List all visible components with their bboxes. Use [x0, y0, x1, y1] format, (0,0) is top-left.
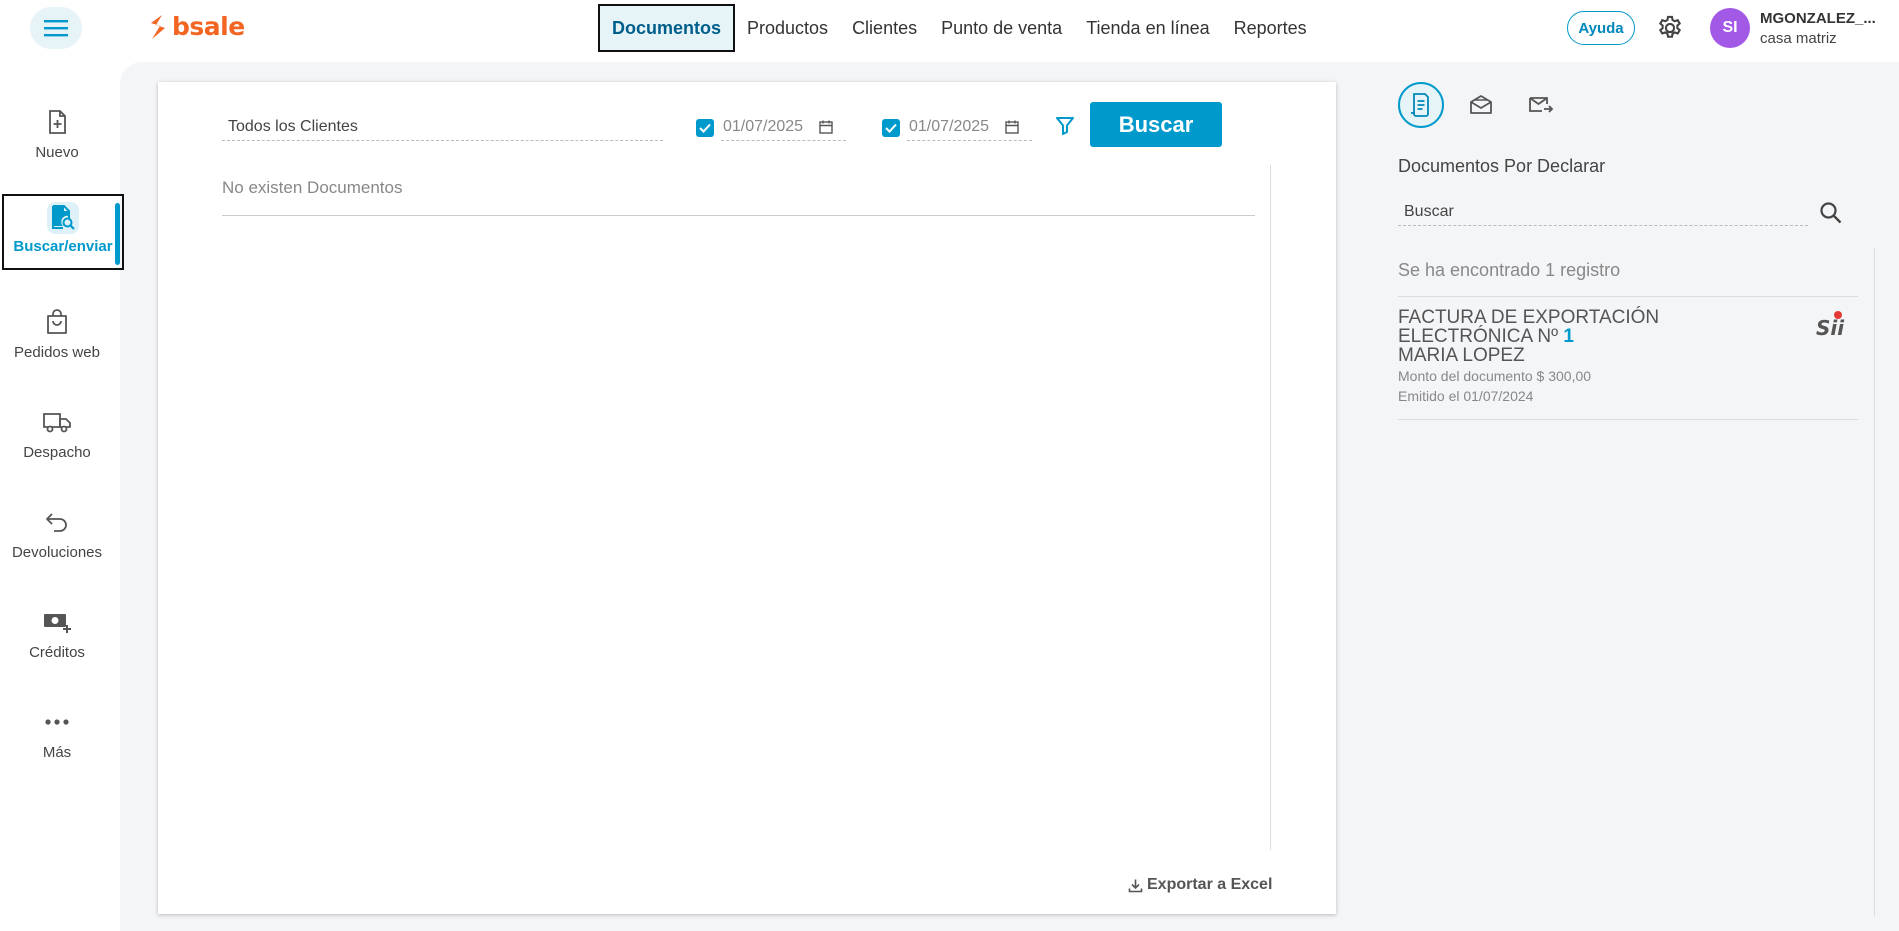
calendar-icon[interactable] — [1004, 119, 1020, 135]
active-indicator — [115, 203, 120, 265]
right-panel-search-input[interactable]: Buscar — [1398, 198, 1808, 226]
client-filter-input[interactable]: Todos los Clientes — [222, 114, 663, 141]
menu-button[interactable] — [30, 7, 82, 49]
hamburger-icon — [44, 20, 68, 37]
date-from-group: 01/07/2025 — [696, 114, 846, 141]
right-panel-tabs — [1398, 82, 1564, 128]
download-icon — [1128, 879, 1143, 892]
sidebar-item-creditos[interactable]: Créditos — [0, 606, 114, 661]
sidebar-item-despacho[interactable]: Despacho — [0, 406, 114, 461]
check-icon — [699, 123, 711, 133]
sidebar-item-label: Pedidos web — [14, 344, 100, 361]
right-panel-title: Documentos Por Declarar — [1398, 156, 1606, 176]
open-mail-icon — [1470, 95, 1492, 114]
brand-logo[interactable]: bsale — [148, 12, 245, 41]
date-to-group: 01/07/2025 — [882, 114, 1032, 141]
file-plus-icon — [41, 106, 73, 138]
export-label: Exportar a Excel — [1147, 876, 1273, 893]
document-issued-date: Emitido el 01/07/2024 — [1398, 388, 1534, 404]
empty-results-message: No existen Documentos — [222, 178, 1255, 216]
sidebar-item-label: Más — [42, 744, 72, 761]
date-from-input[interactable]: 01/07/2025 — [721, 114, 846, 141]
tab-documents-to-declare[interactable] — [1398, 82, 1444, 128]
nav-productos[interactable]: Productos — [735, 4, 840, 52]
sidebar-item-mas[interactable]: Más — [0, 706, 114, 761]
nav-tienda-en-linea[interactable]: Tienda en línea — [1074, 4, 1221, 52]
sidebar-item-label: Devoluciones — [11, 544, 103, 561]
date-to-value: 01/07/2025 — [909, 118, 990, 135]
more-dots-icon — [41, 706, 73, 738]
user-avatar[interactable]: SI — [1710, 8, 1750, 48]
sidebar-item-pedidos-web[interactable]: Pedidos web — [0, 306, 114, 361]
bsale-logo-icon — [151, 14, 165, 39]
file-search-icon — [47, 202, 79, 234]
sidebar-item-label: Créditos — [29, 644, 85, 661]
tab-sent-mail[interactable] — [1518, 82, 1564, 128]
sidebar-item-label: Despacho — [23, 444, 91, 461]
search-button[interactable]: Buscar — [1090, 102, 1222, 147]
document-list-icon — [1411, 93, 1429, 117]
user-name[interactable]: MGONZALEZ_... — [1760, 10, 1876, 27]
check-icon — [885, 123, 897, 133]
cash-plus-icon — [41, 606, 73, 638]
gear-icon[interactable] — [1656, 14, 1684, 42]
document-number[interactable]: 1 — [1563, 326, 1574, 347]
main-nav: Documentos Productos Clientes Punto de v… — [598, 4, 1319, 52]
sidebar-item-buscar-enviar[interactable]: Buscar/enviar — [2, 194, 124, 270]
document-amount: Monto del documento $ 300,00 — [1398, 368, 1592, 384]
right-panel-scroll-divider — [1874, 248, 1875, 916]
calendar-icon[interactable] — [818, 119, 834, 135]
filter-icon[interactable] — [1054, 114, 1076, 136]
sii-logo-icon: Sii — [1816, 316, 1845, 340]
sidebar-item-label: Nuevo — [35, 144, 79, 161]
sidebar-item-label: Buscar/enviar — [13, 238, 113, 255]
nav-clientes[interactable]: Clientes — [840, 4, 929, 52]
divider — [1398, 296, 1858, 297]
mail-forward-icon — [1529, 97, 1554, 113]
nav-reportes[interactable]: Reportes — [1222, 4, 1319, 52]
shopping-bag-icon — [41, 306, 73, 338]
tab-inbox[interactable] — [1458, 82, 1504, 128]
date-from-checkbox[interactable] — [696, 118, 714, 137]
return-arrow-icon — [41, 506, 73, 538]
truck-icon — [41, 406, 73, 438]
user-branch: casa matriz — [1760, 30, 1837, 47]
results-divider — [1270, 165, 1271, 850]
list-item[interactable]: FACTURA DE EXPORTACIÓN ELECTRÓNICA Nº 1 … — [1398, 308, 1858, 420]
nav-documentos[interactable]: Documentos — [598, 4, 736, 52]
status-dot — [1834, 311, 1842, 319]
date-to-input[interactable]: 01/07/2025 — [907, 114, 1032, 141]
document-type: FACTURA DE EXPORTACIÓN ELECTRÓNICA Nº 1 — [1398, 307, 1660, 347]
brand-name: bsale — [172, 12, 245, 41]
nav-punto-de-venta[interactable]: Punto de venta — [929, 4, 1074, 52]
date-from-value: 01/07/2025 — [723, 118, 804, 135]
results-count: Se ha encontrado 1 registro — [1398, 260, 1621, 280]
export-excel-link[interactable]: Exportar a Excel — [1128, 876, 1272, 894]
document-client: MARIA LOPEZ — [1398, 345, 1525, 366]
sidebar-item-devoluciones[interactable]: Devoluciones — [0, 506, 114, 561]
help-button[interactable]: Ayuda — [1567, 11, 1635, 45]
search-icon[interactable] — [1818, 200, 1844, 226]
sidebar-item-nuevo[interactable]: Nuevo — [0, 106, 114, 161]
date-to-checkbox[interactable] — [882, 118, 900, 137]
top-bar: bsale Documentos Productos Clientes Punt… — [0, 0, 1899, 56]
